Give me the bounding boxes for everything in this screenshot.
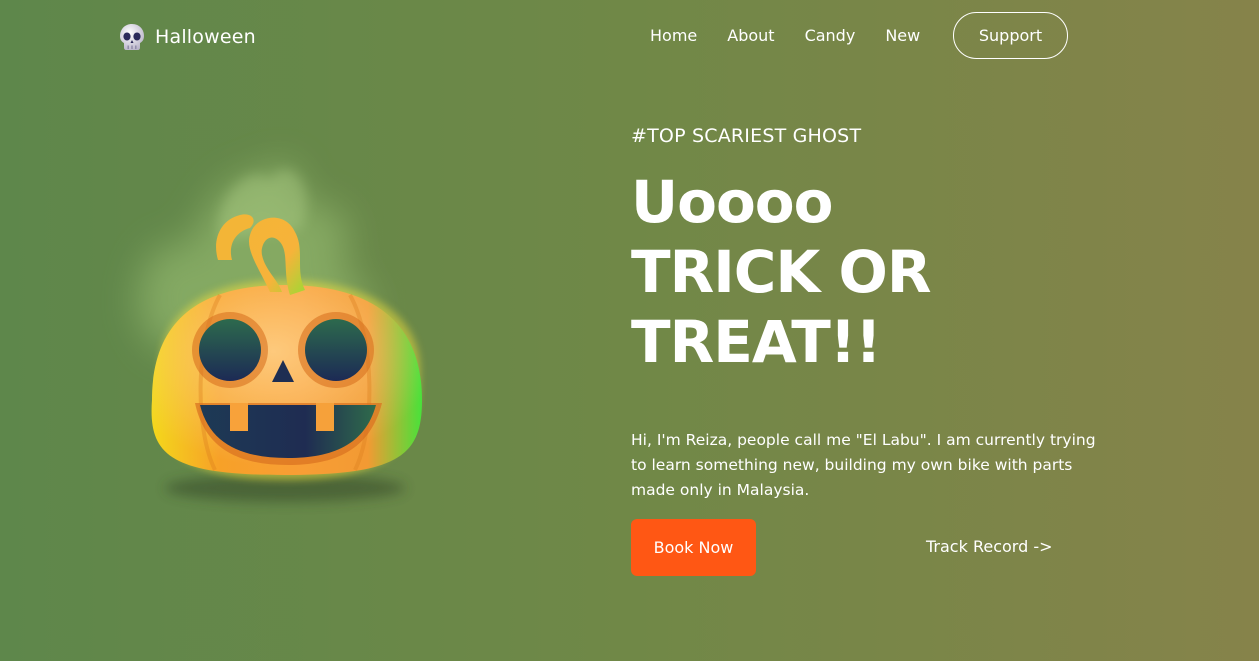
skull-icon	[117, 22, 147, 52]
support-button[interactable]: Support	[953, 12, 1068, 59]
nav-links: Home About Candy New	[650, 26, 950, 46]
hero-headline: Uoooo TRICK OR TREAT!!	[631, 167, 931, 377]
nav-new-link[interactable]: New	[885, 26, 920, 46]
jack-o-lantern-icon	[100, 120, 460, 520]
track-record-link[interactable]: Track Record ->	[926, 537, 1053, 556]
brand[interactable]: Halloween	[117, 22, 256, 52]
nav-candy-link[interactable]: Candy	[805, 26, 856, 46]
headline-line-1: Uoooo	[631, 168, 833, 236]
hero-intro: Hi, I'm Reiza, people call me "El Labu".…	[631, 431, 1096, 499]
nav-home-link[interactable]: Home	[650, 26, 697, 46]
brand-name: Halloween	[155, 26, 256, 48]
headline-line-3: TREAT!!	[631, 308, 882, 376]
hero-tagline: #TOP SCARIEST GHOST	[631, 125, 862, 147]
nav-about-link[interactable]: About	[727, 26, 774, 46]
headline-line-2: TRICK OR	[631, 238, 931, 306]
book-now-button[interactable]: Book Now	[631, 519, 756, 576]
